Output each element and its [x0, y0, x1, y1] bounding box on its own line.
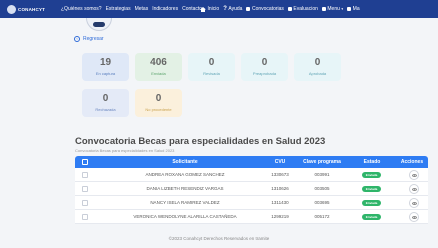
nav-profile-label: Ma [352, 6, 360, 12]
nav-link-goals[interactable]: Metas [135, 6, 149, 12]
logo-text: CONAHCYT [18, 6, 46, 12]
back-link-label: Regresar [83, 36, 104, 42]
home-icon [200, 6, 206, 12]
status-badge: Enviada [362, 172, 381, 178]
user-avatar [86, 18, 112, 31]
nav-menu[interactable]: Menu ▾ [321, 6, 344, 12]
main-nav: ¿Quiénes somos? Estrategias Metas Indica… [61, 6, 202, 12]
view-button[interactable] [409, 198, 419, 208]
card-not-applicable[interactable]: 0 No procedente [135, 89, 182, 117]
cvu-value: 1310626 [271, 186, 289, 191]
top-navbar: CONAHCYT ¿Quiénes somos? Estrategias Met… [0, 0, 438, 18]
logo-emblem-icon [7, 4, 16, 14]
nav-help[interactable]: ? Ayuda [223, 6, 242, 12]
flag-icon [347, 7, 352, 11]
card-value: 406 [150, 57, 167, 68]
table-header: Solicitante CVU Clave programa Estado Ac… [75, 156, 428, 168]
checklist-icon [287, 7, 292, 11]
eye-icon [411, 173, 417, 177]
card-approved[interactable]: 0 Aprobada [294, 53, 341, 81]
table-row: ANDREA ROXANA GOMEZ SANCHEZ 1330673 0039… [75, 168, 428, 182]
card-rejected[interactable]: 0 Rechazada [82, 89, 129, 117]
select-all-checkbox[interactable] [82, 159, 88, 165]
page-title: Convocatoria Becas para especialidades e… [75, 136, 326, 147]
applicant-name: DANIA LIZBETH RESENDIZ VARGAS [146, 186, 224, 191]
applicant-name: NANCY ISELA RAMIREZ VALDEZ [150, 200, 220, 205]
row-checkbox[interactable] [82, 172, 88, 178]
card-label: Enviada [151, 71, 166, 76]
card-label: Preaprobada [252, 71, 277, 76]
column-header-applicant[interactable]: Solicitante [135, 156, 235, 168]
card-value: 0 [261, 57, 268, 68]
view-button[interactable] [409, 170, 419, 180]
applicant-name: ANDREA ROXANA GOMEZ SANCHEZ [145, 172, 225, 177]
card-value: 0 [155, 93, 162, 104]
program-code: 003695 [314, 200, 330, 205]
nav-profile[interactable]: Ma [347, 6, 360, 12]
nav-home[interactable]: Inicio [200, 6, 219, 12]
card-value: 19 [99, 57, 112, 68]
view-button[interactable] [409, 212, 419, 222]
conahcyt-logo[interactable]: CONAHCYT [7, 4, 55, 14]
card-preapproved[interactable]: 0 Preaprobada [241, 53, 288, 81]
table-row: DANIA LIZBETH RESENDIZ VARGAS 1310626 00… [75, 182, 428, 196]
card-value: 0 [208, 57, 215, 68]
nav-evaluation[interactable]: Evaluacion [287, 6, 318, 12]
nav-calls-label: Convocatorias [251, 6, 284, 12]
nav-link-about[interactable]: ¿Quiénes somos? [61, 6, 102, 12]
card-reviewed[interactable]: 0 Revisada [188, 53, 235, 81]
table-row: NANCY ISELA RAMIREZ VALDEZ 1311430 00369… [75, 196, 428, 210]
nav-link-strategies[interactable]: Estrategias [106, 6, 131, 12]
help-icon: ? [223, 6, 227, 12]
applicant-name: VERONICA WENDOLYNE ALARILLA CASTAÑEDA [133, 214, 237, 219]
status-badge: Enviada [362, 200, 381, 206]
page-subtitle: Convocatoria Becas para especialidades e… [75, 148, 175, 153]
nav-menu-label: Menu [327, 6, 340, 12]
column-header-cvu[interactable]: CVU [268, 156, 292, 168]
view-button[interactable] [409, 184, 419, 194]
user-nav: Inicio ? Ayuda Convocatorias Evaluacion … [200, 0, 360, 18]
row-checkbox[interactable] [82, 200, 88, 206]
card-in-capture[interactable]: 19 En captura [82, 53, 129, 81]
column-header-status[interactable]: Estado [357, 156, 387, 168]
column-header-program[interactable]: Clave programa [299, 156, 345, 168]
megaphone-icon [246, 7, 251, 11]
nav-calls[interactable]: Convocatorias [246, 6, 284, 12]
program-code: 005172 [314, 214, 330, 219]
card-label: Rechazada [95, 107, 116, 112]
card-label: Revisada [203, 71, 220, 76]
card-label: Aprobada [308, 71, 327, 76]
card-value: 0 [102, 93, 109, 104]
cvu-value: 1299219 [271, 214, 289, 219]
row-checkbox[interactable] [82, 214, 88, 220]
card-label: No procedente [145, 107, 172, 112]
card-label: En captura [95, 71, 116, 76]
status-badge: Enviada [362, 214, 381, 220]
arrow-left-icon: ‹ [74, 36, 80, 42]
row-checkbox[interactable] [82, 186, 88, 192]
program-code: 003991 [314, 172, 330, 177]
nav-help-label: Ayuda [228, 6, 243, 12]
eye-icon [411, 201, 417, 205]
chevron-down-icon: ▾ [341, 7, 344, 11]
column-header-actions: Acciones [400, 159, 424, 165]
eye-icon [411, 187, 417, 191]
back-link[interactable]: ‹ Regresar [74, 36, 104, 42]
nav-link-indicators[interactable]: Indicadores [152, 6, 178, 12]
card-value: 0 [314, 57, 321, 68]
card-sent[interactable]: 406 Enviada [135, 53, 182, 81]
eye-icon [411, 215, 417, 219]
page-footer: ©2023 Conahcyt Derechos Reservados en tr… [168, 236, 270, 241]
nav-evaluation-label: Evaluacion [293, 6, 318, 12]
cvu-value: 1311430 [271, 200, 289, 205]
status-badge: Enviada [362, 186, 381, 192]
table-row: VERONICA WENDOLYNE ALARILLA CASTAÑEDA 12… [75, 210, 428, 224]
cvu-value: 1330673 [271, 172, 289, 177]
nav-home-label: Inicio [207, 6, 220, 12]
grid-menu-icon [321, 7, 326, 11]
program-code: 003505 [314, 186, 330, 191]
